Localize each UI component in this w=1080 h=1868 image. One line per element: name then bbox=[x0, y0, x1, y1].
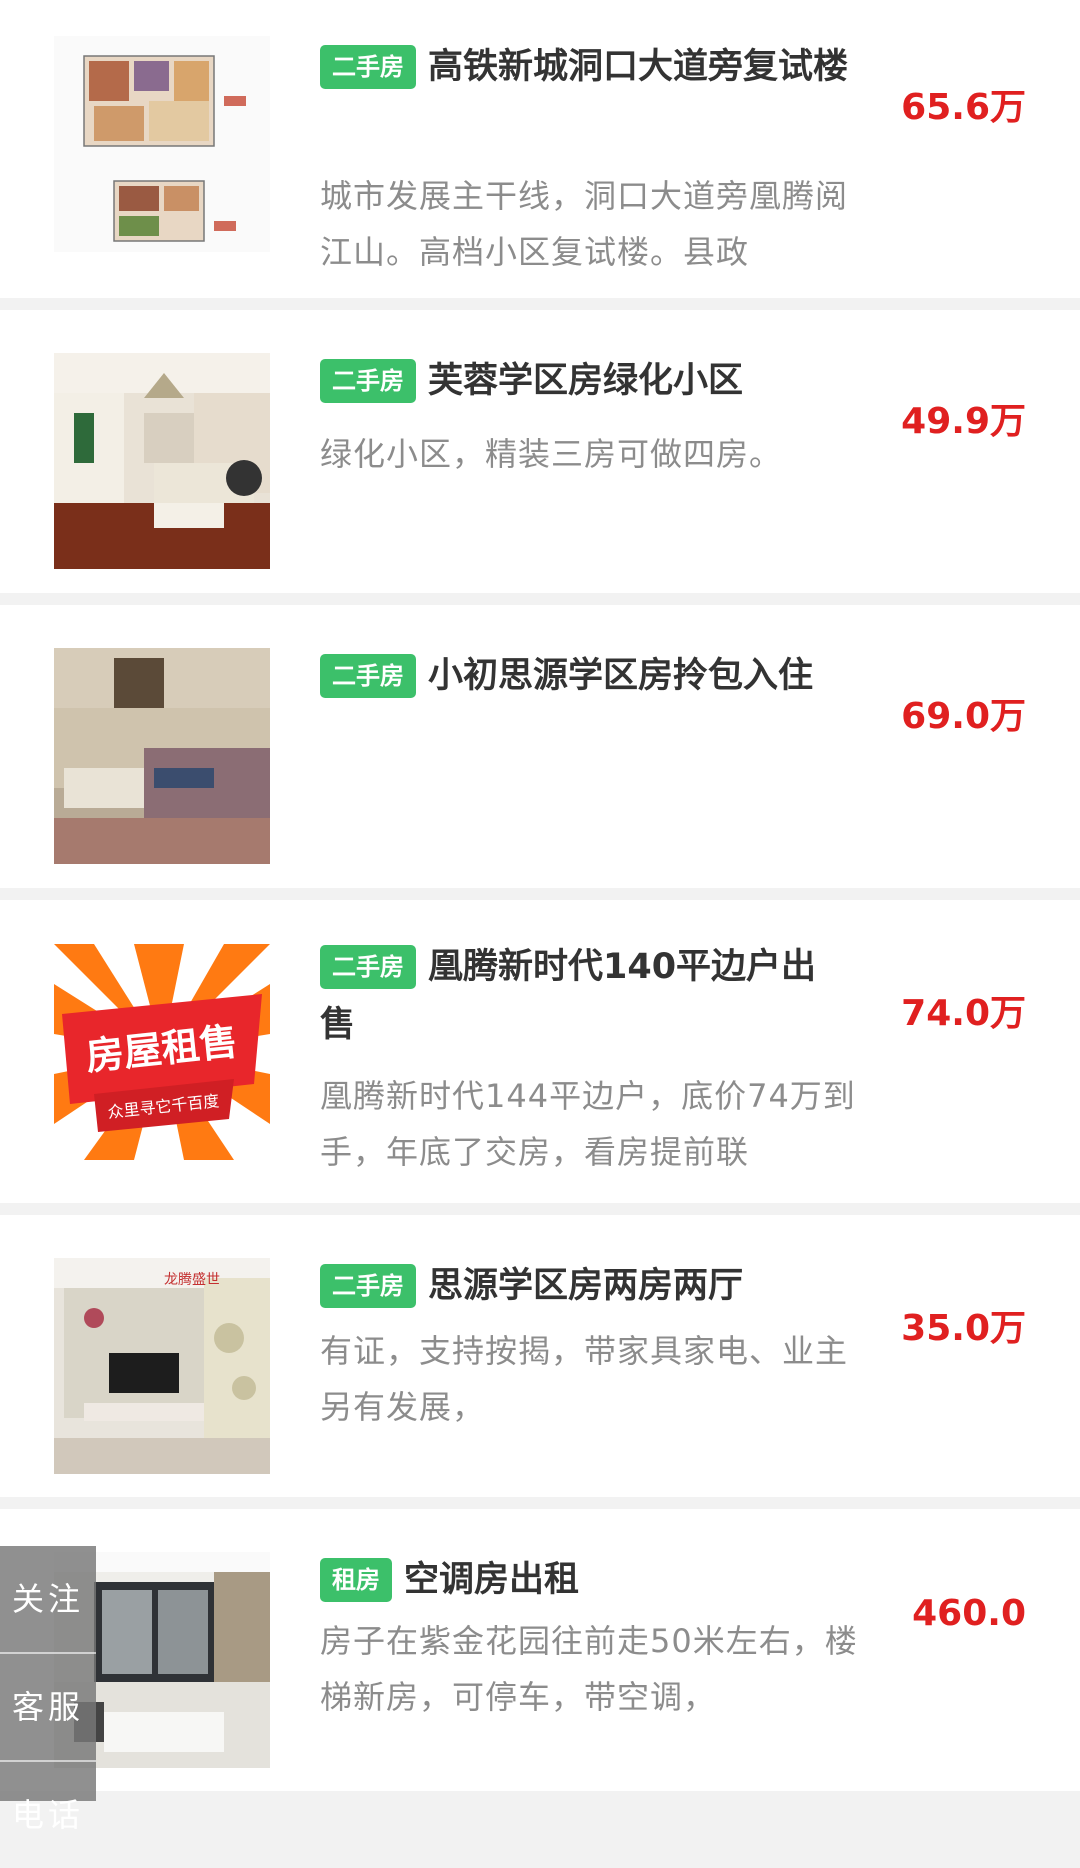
floating-side-nav: 关注 客服 电话 bbox=[0, 1546, 96, 1834]
listing-title[interactable]: 二手房 高铁新城洞口大道旁复试楼 bbox=[320, 38, 850, 96]
tag-secondhand: 二手房 bbox=[320, 945, 416, 989]
listing-title[interactable]: 二手房 凰腾新时代140平边户出售 bbox=[320, 938, 850, 1054]
listing-card[interactable]: 龙腾盛世 二手房 思源学区房两房两厅 有证，支持按揭，带家具家电、业主另有发展， … bbox=[0, 1215, 1080, 1497]
listing-title-text: 思源学区房两房两厅 bbox=[428, 1266, 744, 1306]
customer-service-button[interactable]: 客服 bbox=[0, 1654, 96, 1762]
tag-secondhand: 二手房 bbox=[320, 359, 416, 403]
listing-title[interactable]: 二手房 小初思源学区房拎包入住 bbox=[320, 647, 850, 705]
listing-price: 35.0万 bbox=[901, 1308, 1026, 1349]
listing-description: 城市发展主干线，洞口大道旁凰腾阅江山。高档小区复试楼。县政 bbox=[320, 177, 849, 271]
listing-price: 74.0万 bbox=[901, 993, 1026, 1034]
listing-title-text: 小初思源学区房拎包入住 bbox=[428, 656, 814, 696]
follow-button[interactable]: 关注 bbox=[0, 1546, 96, 1654]
living-room-thumbnail[interactable]: 龙腾盛世 bbox=[54, 1258, 270, 1474]
listing-card[interactable]: 二手房 小初思源学区房拎包入住 69.0万 bbox=[0, 605, 1080, 888]
listing-description: 绿化小区，精装三房可做四房。 bbox=[320, 435, 783, 473]
tag-secondhand: 二手房 bbox=[320, 654, 416, 698]
listing-price: 69.0万 bbox=[901, 696, 1026, 737]
listing-description: 房子在紫金花园往前走50米左右，楼梯新房，可停车，带空调， bbox=[320, 1622, 858, 1716]
listing-title[interactable]: 租房 空调房出租 bbox=[320, 1551, 850, 1609]
listing-title-text: 高铁新城洞口大道旁复试楼 bbox=[428, 47, 849, 87]
living-room-thumbnail[interactable] bbox=[54, 648, 270, 864]
listing-title-text: 芙蓉学区房绿化小区 bbox=[428, 361, 744, 401]
tag-secondhand: 二手房 bbox=[320, 45, 416, 89]
listing-title[interactable]: 二手房 思源学区房两房两厅 bbox=[320, 1257, 850, 1315]
listing-description: 凰腾新时代144平边户，底价74万到手，年底了交房，看房提前联 bbox=[320, 1077, 856, 1171]
tag-rent: 租房 bbox=[320, 1558, 392, 1602]
listing-card[interactable]: 二手房 芙蓉学区房绿化小区 绿化小区，精装三房可做四房。 49.9万 bbox=[0, 310, 1080, 593]
listing-price: 460.0 bbox=[912, 1593, 1026, 1634]
phone-button[interactable]: 电话 bbox=[0, 1762, 96, 1868]
tag-secondhand: 二手房 bbox=[320, 1264, 416, 1308]
wall-text: 龙腾盛世 bbox=[164, 1271, 220, 1288]
listing-title-text: 空调房出租 bbox=[404, 1560, 580, 1600]
floorplan-thumbnail[interactable] bbox=[54, 36, 270, 252]
listing-description: 有证，支持按揭，带家具家电、业主另有发展， bbox=[320, 1332, 849, 1426]
listing-card[interactable]: 二手房 高铁新城洞口大道旁复试楼 城市发展主干线，洞口大道旁凰腾阅江山。高档小区复… bbox=[0, 0, 1080, 298]
listing-card[interactable]: 租房 空调房出租 房子在紫金花园往前走50米左右，楼梯新房，可停车，带空调， 46… bbox=[0, 1509, 1080, 1791]
listing-price: 49.9万 bbox=[901, 401, 1026, 442]
promo-banner-thumbnail[interactable]: 房屋租售 众里寻它千百度 bbox=[54, 944, 270, 1160]
listing-card[interactable]: 房屋租售 众里寻它千百度 二手房 凰腾新时代140平边户出售 凰腾新时代144平边… bbox=[0, 900, 1080, 1203]
listing-title[interactable]: 二手房 芙蓉学区房绿化小区 bbox=[320, 352, 850, 410]
living-room-thumbnail[interactable] bbox=[54, 353, 270, 569]
listing-price: 65.6万 bbox=[901, 87, 1026, 128]
